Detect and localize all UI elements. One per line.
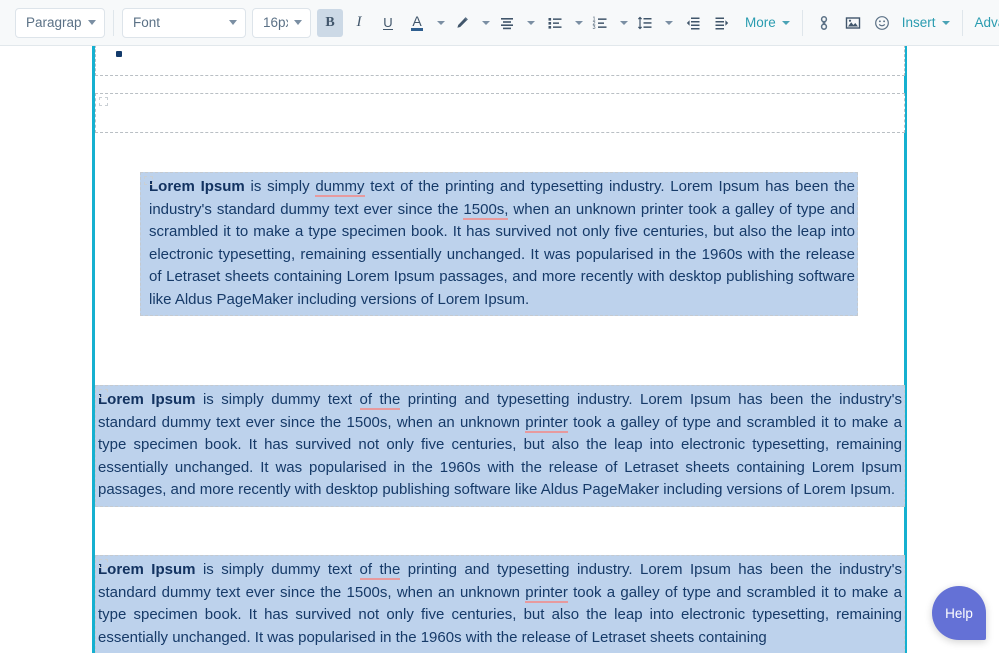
spellcheck-word: 1500s, bbox=[463, 200, 509, 220]
font-family-value: Font bbox=[133, 15, 161, 30]
paragraph-3-body-1: is simply dummy text bbox=[195, 561, 360, 578]
italic-icon: I bbox=[356, 14, 362, 30]
paragraph-3-lead: Lorem Ipsum bbox=[98, 561, 196, 578]
line-height-dropdown[interactable] bbox=[658, 9, 674, 37]
insert-label: Insert bbox=[901, 15, 936, 30]
bullet-list-icon bbox=[548, 17, 562, 29]
paragraph-3[interactable]: Lorem Ipsum is simply dummy text of the … bbox=[95, 555, 905, 653]
toolbar-separator bbox=[961, 9, 963, 36]
advanced-label: Advanced bbox=[974, 15, 999, 30]
paragraph-style-select[interactable]: Paragraph bbox=[15, 7, 105, 38]
paragraph-style-value: Paragraph bbox=[26, 15, 82, 30]
outdent-icon bbox=[686, 17, 700, 29]
chevron-down-icon bbox=[941, 20, 950, 25]
font-family-select[interactable]: Font bbox=[122, 7, 246, 38]
smiley-face-icon bbox=[874, 15, 889, 30]
element-handle-icon bbox=[99, 559, 108, 568]
highlight-dropdown[interactable] bbox=[475, 9, 491, 37]
link-icon bbox=[820, 15, 827, 30]
paragraph-2[interactable]: Lorem Ipsum is simply dummy text of the … bbox=[95, 385, 905, 507]
element-handle-icon bbox=[99, 389, 108, 398]
toolbar-separator bbox=[801, 9, 803, 36]
bullet-list-button[interactable] bbox=[542, 9, 568, 37]
font-size-value: 16px bbox=[263, 15, 288, 30]
chevron-down-icon bbox=[781, 20, 790, 25]
bold-icon: B bbox=[325, 14, 335, 30]
indent-button[interactable] bbox=[709, 9, 735, 37]
numbered-list-button[interactable]: 1 2 3 bbox=[587, 9, 613, 37]
font-size-select[interactable]: 16px bbox=[252, 7, 311, 38]
more-label: More bbox=[745, 15, 776, 30]
advanced-button[interactable]: Advanced bbox=[971, 15, 999, 30]
text-color-dropdown[interactable] bbox=[430, 9, 446, 37]
spellcheck-word: of the bbox=[359, 561, 401, 580]
underline-button[interactable]: U bbox=[375, 9, 401, 37]
help-button[interactable]: Help bbox=[932, 586, 986, 640]
image-icon bbox=[845, 16, 860, 29]
blockquote-paragraph[interactable]: Lorem Ipsum is simply dummy text of the … bbox=[140, 172, 858, 316]
highlighter-pen-icon bbox=[457, 16, 468, 28]
chevron-down-icon bbox=[575, 20, 583, 25]
bullet-list-dropdown[interactable] bbox=[568, 9, 584, 37]
image-button[interactable] bbox=[840, 9, 866, 37]
align-button[interactable] bbox=[494, 9, 520, 37]
element-handle-icon bbox=[144, 176, 153, 185]
editor-canvas[interactable]: Lorem Ipsum is simply dummy text of the … bbox=[0, 46, 999, 653]
chevron-down-icon bbox=[665, 20, 673, 25]
align-center-icon bbox=[501, 17, 513, 29]
emoji-button[interactable] bbox=[869, 9, 895, 37]
chevron-down-icon bbox=[294, 20, 302, 25]
chevron-down-icon bbox=[620, 20, 628, 25]
svg-text:3: 3 bbox=[593, 25, 596, 31]
chevron-down-icon bbox=[229, 20, 237, 25]
insert-button[interactable]: Insert bbox=[898, 15, 954, 30]
empty-list-block[interactable] bbox=[95, 46, 905, 76]
editor-toolbar: Paragraph Font 16px B I U A bbox=[0, 0, 999, 46]
chevron-down-icon bbox=[437, 20, 445, 25]
bold-button[interactable]: B bbox=[317, 8, 343, 37]
more-button[interactable]: More bbox=[741, 15, 794, 30]
spellcheck-word: dummy bbox=[315, 178, 365, 197]
outdent-button[interactable] bbox=[680, 9, 706, 37]
element-handle-icon bbox=[99, 97, 108, 106]
spellcheck-word: of the bbox=[359, 391, 401, 410]
spellcheck-word: printer bbox=[525, 583, 568, 603]
bullet-point-icon bbox=[116, 51, 122, 57]
numbered-list-dropdown[interactable] bbox=[613, 9, 629, 37]
text-color-icon: A bbox=[411, 13, 423, 31]
numbered-list-icon: 1 2 3 bbox=[593, 16, 607, 31]
indent-icon bbox=[715, 17, 729, 29]
line-height-icon bbox=[637, 16, 652, 29]
align-dropdown[interactable] bbox=[520, 9, 536, 37]
blockquote-body-1: is simply bbox=[244, 178, 316, 195]
chevron-down-icon bbox=[88, 20, 96, 25]
text-color-button[interactable]: A bbox=[404, 9, 430, 37]
paragraph-2-lead: Lorem Ipsum bbox=[98, 391, 196, 408]
toolbar-separator bbox=[113, 9, 114, 36]
chevron-down-icon bbox=[527, 20, 535, 25]
empty-paragraph-block[interactable] bbox=[95, 93, 905, 133]
spellcheck-word: printer bbox=[525, 413, 568, 433]
highlight-button[interactable] bbox=[449, 9, 475, 37]
blockquote-lead: Lorem Ipsum bbox=[149, 178, 245, 195]
chevron-down-icon bbox=[482, 20, 490, 25]
paragraph-2-body-1: is simply dummy text bbox=[195, 391, 360, 408]
italic-button[interactable]: I bbox=[346, 9, 372, 37]
help-label: Help bbox=[945, 605, 973, 621]
line-height-button[interactable] bbox=[632, 9, 658, 37]
link-button[interactable] bbox=[811, 9, 837, 37]
underline-icon: U bbox=[383, 14, 393, 30]
